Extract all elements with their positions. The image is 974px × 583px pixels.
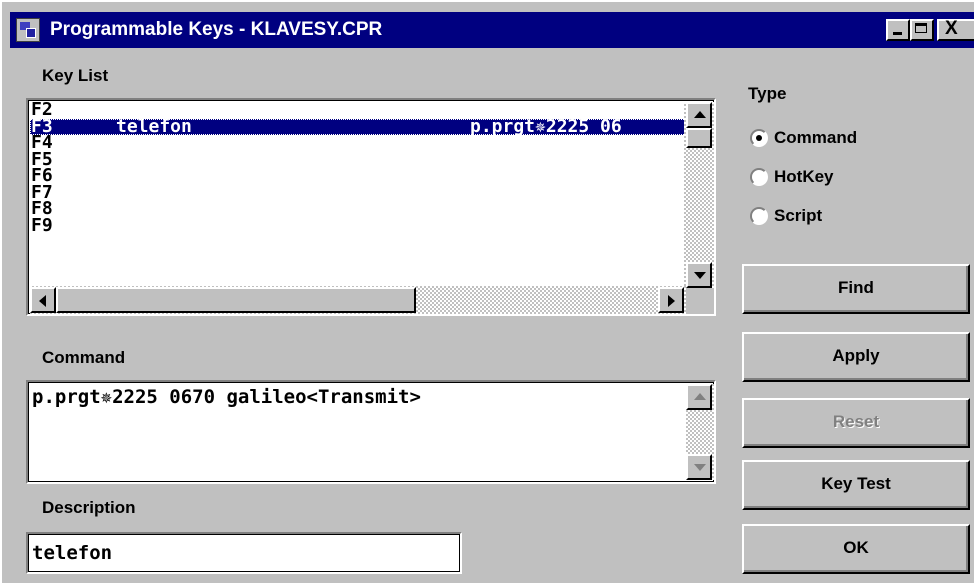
command-scroll-down-button[interactable] [686,454,712,480]
key-list-vertical-scrollbar[interactable] [684,102,714,290]
arrow-right-icon [668,295,675,307]
key-list-horizontal-scrollbar[interactable] [30,286,686,314]
key-list-row-key: F9 [31,214,53,236]
arrow-down-icon [694,464,706,471]
arrow-up-icon [694,111,706,118]
key-list-row[interactable]: F5 [30,150,686,169]
horizontal-scroll-thumb[interactable] [56,287,416,313]
key-list-row[interactable]: F3 telefon p.prgt✵2225 06 [30,115,686,137]
radio-script[interactable] [750,207,768,225]
key-list-row[interactable]: F7 [30,183,686,202]
key-list-row-command: p.prgt✵2225 06 [470,115,622,137]
description-field[interactable]: telefon [26,532,462,574]
radio-script-label[interactable]: Script [774,206,822,226]
arrow-down-icon [694,272,706,279]
minimize-button[interactable] [886,19,910,41]
description-value: telefon [32,542,113,564]
reset-button[interactable]: Reset [742,398,970,448]
type-label-text: Type [748,84,787,103]
find-button[interactable]: Find [742,264,970,314]
app-icon[interactable] [16,18,40,42]
vertical-scroll-thumb[interactable] [686,128,712,148]
key-test-button[interactable]: Key Test [742,460,970,510]
close-button[interactable]: X [937,18,974,41]
window-title: Programmable Keys - KLAVESY.CPR [50,19,383,40]
scroll-up-button[interactable] [686,102,712,128]
scrollbar-corner [686,288,714,314]
key-list-items: F2 F3 telefon p.prgt✵2225 06 F4 F5 F6 F7 F8 F9 [30,102,686,286]
scroll-down-button[interactable] [686,262,712,288]
scroll-left-button[interactable] [30,287,56,313]
radio-command-label[interactable]: Command [774,128,857,148]
programmable-keys-dialog: Programmable Keys - KLAVESY.CPR X Key Li… [0,0,974,583]
command-label: Command [42,348,125,368]
key-list-label: Key List [42,66,108,86]
radio-hotkey-label[interactable]: HotKey [774,167,834,187]
radio-command[interactable] [750,129,768,147]
key-list-row-name: telefon [116,115,192,137]
command-label-text: Command [42,348,126,367]
command-field[interactable]: p.prgt✵2225 0670 galileo<Transmit> [26,380,716,484]
arrow-up-icon [694,393,706,400]
radio-hotkey[interactable] [750,168,768,186]
key-list-box[interactable]: F2 F3 telefon p.prgt✵2225 06 F4 F5 F6 F7 F8 F9 [26,98,716,316]
key-list-row[interactable]: F4 [30,134,686,152]
key-list-label-text: Key List [42,66,109,85]
scroll-right-button[interactable] [658,287,684,313]
maximize-button[interactable] [910,19,934,41]
ok-button[interactable]: OK [742,524,970,574]
description-label-text: Description [42,498,136,517]
close-icon: X [945,18,958,39]
type-label: Type [748,84,786,104]
command-scrollbar[interactable] [686,384,714,480]
key-list-row[interactable]: F8 [30,200,686,218]
key-list-row[interactable]: F6 [30,167,686,185]
title-bar[interactable]: Programmable Keys - KLAVESY.CPR X [10,12,974,48]
command-value: p.prgt✵2225 0670 galileo<Transmit> [32,386,421,408]
arrow-left-icon [39,295,46,307]
description-label: Description [42,498,136,518]
apply-button[interactable]: Apply [742,332,970,382]
key-list-row[interactable]: F9 [30,214,686,236]
command-scroll-up-button[interactable] [686,384,712,410]
